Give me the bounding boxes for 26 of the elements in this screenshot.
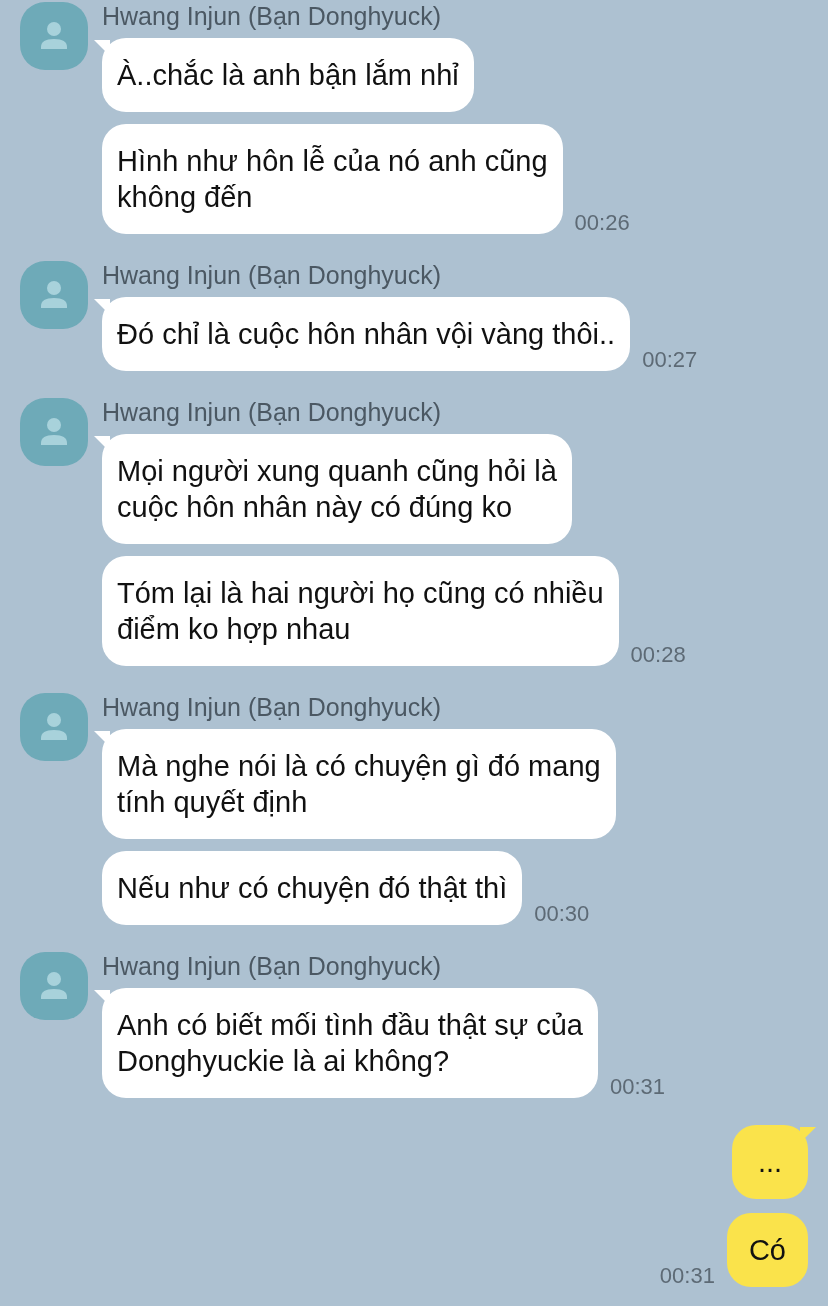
message-bubble: Đó chỉ là cuộc hôn nhân vội vàng thôi.. xyxy=(102,297,631,371)
message-bubble: À..chắc là anh bận lắm nhỉ xyxy=(102,38,474,112)
avatar-icon[interactable] xyxy=(20,693,88,761)
timestamp: 00:31 xyxy=(609,1076,666,1098)
message-bubble: Mọi người xung quanh cũng hỏi là cuộc hôn nhân này có đúng ko xyxy=(102,434,572,544)
message-bubble: ... xyxy=(732,1125,808,1199)
avatar-icon[interactable] xyxy=(20,2,88,70)
timestamp: 00:27 xyxy=(642,349,698,371)
avatar-icon[interactable] xyxy=(20,261,88,329)
timestamp: 00:28 xyxy=(630,644,686,666)
message-bubble: Nếu như có chuyện đó thật thì xyxy=(102,851,523,925)
message-bubble: Anh có biết mối tình đầu thật sự của Donghyuckie là ai không? xyxy=(102,988,598,1098)
sender-name: Hwang Injun (Bạn Donghyuck) xyxy=(102,398,443,426)
message-bubble: Hình như hôn lễ của nó anh cũng không đến xyxy=(102,124,563,234)
message-bubble: Tóm lại là hai người họ cũng có nhiều điểm ko hợp nhau xyxy=(102,556,619,666)
sender-name: Hwang Injun (Bạn Donghyuck) xyxy=(102,2,443,30)
timestamp: 00:30 xyxy=(534,903,590,925)
avatar-icon[interactable] xyxy=(20,952,88,1020)
timestamp: 00:31 xyxy=(659,1265,715,1287)
sender-name: Hwang Injun (Bạn Donghyuck) xyxy=(102,261,443,289)
sender-name: Hwang Injun (Bạn Donghyuck) xyxy=(102,952,443,980)
message-bubble: Mà nghe nói là có chuyện gì đó mang tính quyết định xyxy=(102,729,616,839)
message-bubble: Có xyxy=(726,1213,808,1287)
avatar-icon[interactable] xyxy=(20,398,88,466)
timestamp: 00:26 xyxy=(574,212,630,234)
sender-name: Hwang Injun (Bạn Donghyuck) xyxy=(102,693,443,721)
